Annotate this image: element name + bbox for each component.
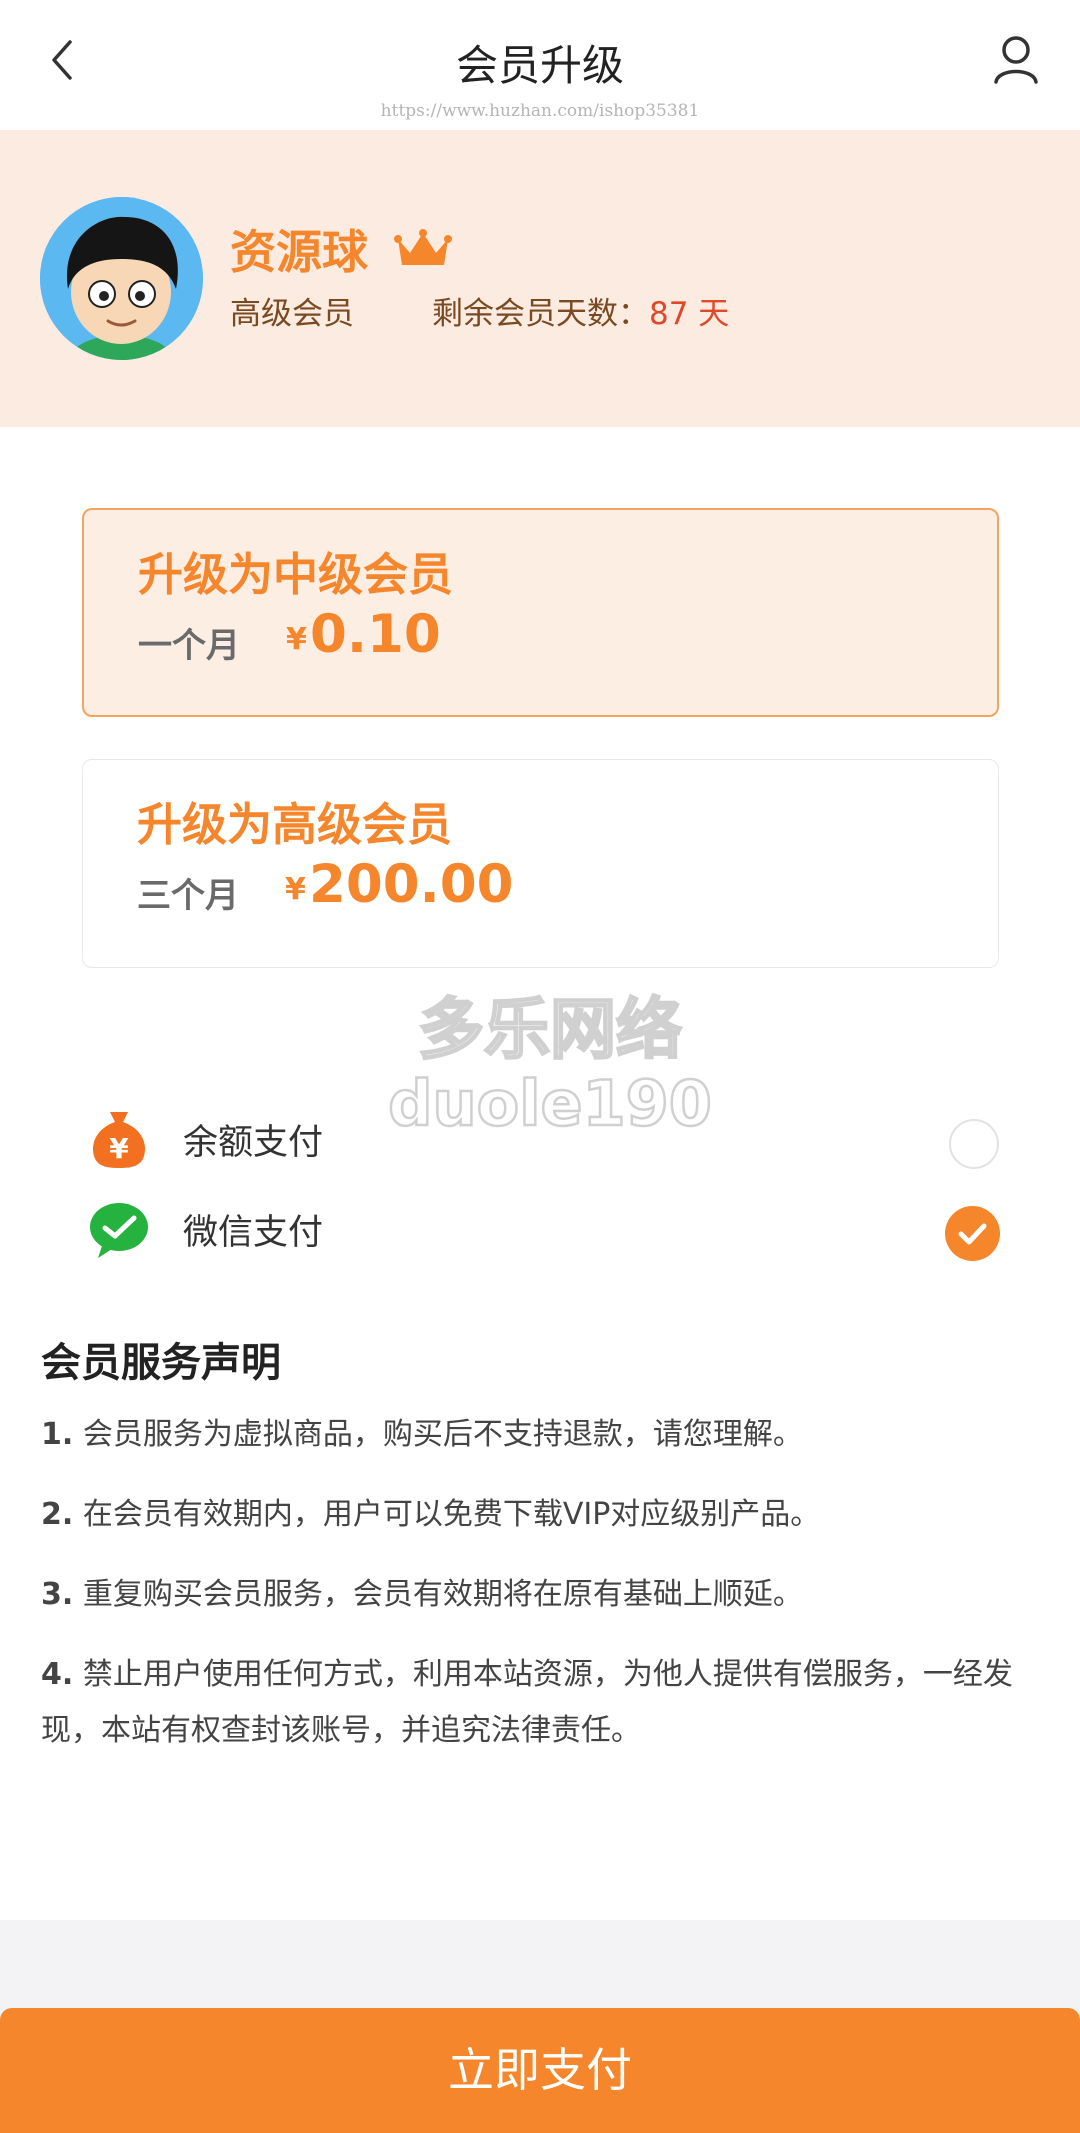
notice-number: 3.	[41, 1577, 74, 1612]
watermark-line1: 多乐网络	[418, 992, 682, 1068]
money-bag-icon: ¥	[88, 1108, 150, 1170]
payment-label: 微信支付	[183, 1213, 324, 1253]
notice-text: 重复购买会员服务，会员有效期将在原有基础上顺延。	[82, 1577, 803, 1612]
notice-text: 在会员有效期内，用户可以免费下载VIP对应级别产品。	[82, 1497, 821, 1532]
page-title: 会员升级	[455, 41, 624, 90]
crown-icon	[394, 227, 452, 271]
plan-option-mid[interactable]: 升级为中级会员 一个月 ¥ 0.10	[82, 508, 999, 717]
url-watermark-text: https://www.huzhan.com/ishop35381	[380, 101, 700, 121]
plan-title: 升级为中级会员	[138, 548, 454, 601]
radio-checked-icon[interactable]	[945, 1206, 1000, 1261]
pay-now-button[interactable]: 立即支付	[0, 2008, 1080, 2133]
payment-option-wechat[interactable]: 微信支付	[0, 1190, 1080, 1270]
plan-option-high[interactable]: 升级为高级会员 三个月 ¥ 200.00	[82, 759, 999, 968]
notice-number: 1.	[41, 1417, 74, 1452]
user-icon[interactable]	[990, 30, 1042, 90]
plan-price: 0.10	[310, 604, 441, 665]
plan-period: 三个月	[137, 876, 239, 916]
plan-price: 200.00	[309, 854, 514, 915]
membership-level: 高级会员	[230, 296, 354, 332]
radio-button[interactable]	[949, 1119, 999, 1169]
notice-item: 2. 在会员有效期内，用户可以免费下载VIP对应级别产品。	[41, 1487, 1041, 1543]
remaining-days: 剩余会员天数：87 天	[432, 288, 729, 333]
nav-bar: 会员升级 https://www.huzhan.com/ishop35381	[0, 0, 1080, 130]
notice-number: 2.	[41, 1497, 74, 1532]
notice-number: 4.	[41, 1657, 74, 1692]
remaining-days-value: 87 天	[649, 296, 730, 332]
plan-title: 升级为高级会员	[137, 798, 453, 851]
currency-symbol: ¥	[285, 872, 306, 907]
notice-text: 会员服务为虚拟商品，购买后不支持退款，请您理解。	[82, 1417, 803, 1452]
remaining-days-label: 剩余会员天数：	[432, 296, 649, 332]
currency-symbol: ¥	[286, 622, 307, 657]
payment-option-balance[interactable]: ¥ 余额支付	[0, 1100, 1080, 1180]
profile-name: 资源球	[230, 225, 368, 279]
notice-text: 禁止用户使用任何方式，利用本站资源，为他人提供有偿服务，一经发现，本站有权查封该…	[41, 1657, 1013, 1748]
notice-item: 4. 禁止用户使用任何方式，利用本站资源，为他人提供有偿服务，一经发现，本站有权…	[41, 1647, 1041, 1759]
avatar	[40, 197, 203, 360]
notice-title: 会员服务声明	[41, 1340, 281, 1386]
plan-period: 一个月	[138, 626, 240, 666]
notice-item: 1. 会员服务为虚拟商品，购买后不支持退款，请您理解。	[41, 1407, 1041, 1463]
wechat-icon	[88, 1198, 150, 1260]
notice-item: 3. 重复购买会员服务，会员有效期将在原有基础上顺延。	[41, 1567, 1041, 1623]
profile-card: 资源球 高级会员 剩余会员天数：87 天	[0, 130, 1080, 427]
payment-label: 余额支付	[183, 1123, 324, 1163]
svg-text:¥: ¥	[109, 1132, 129, 1165]
